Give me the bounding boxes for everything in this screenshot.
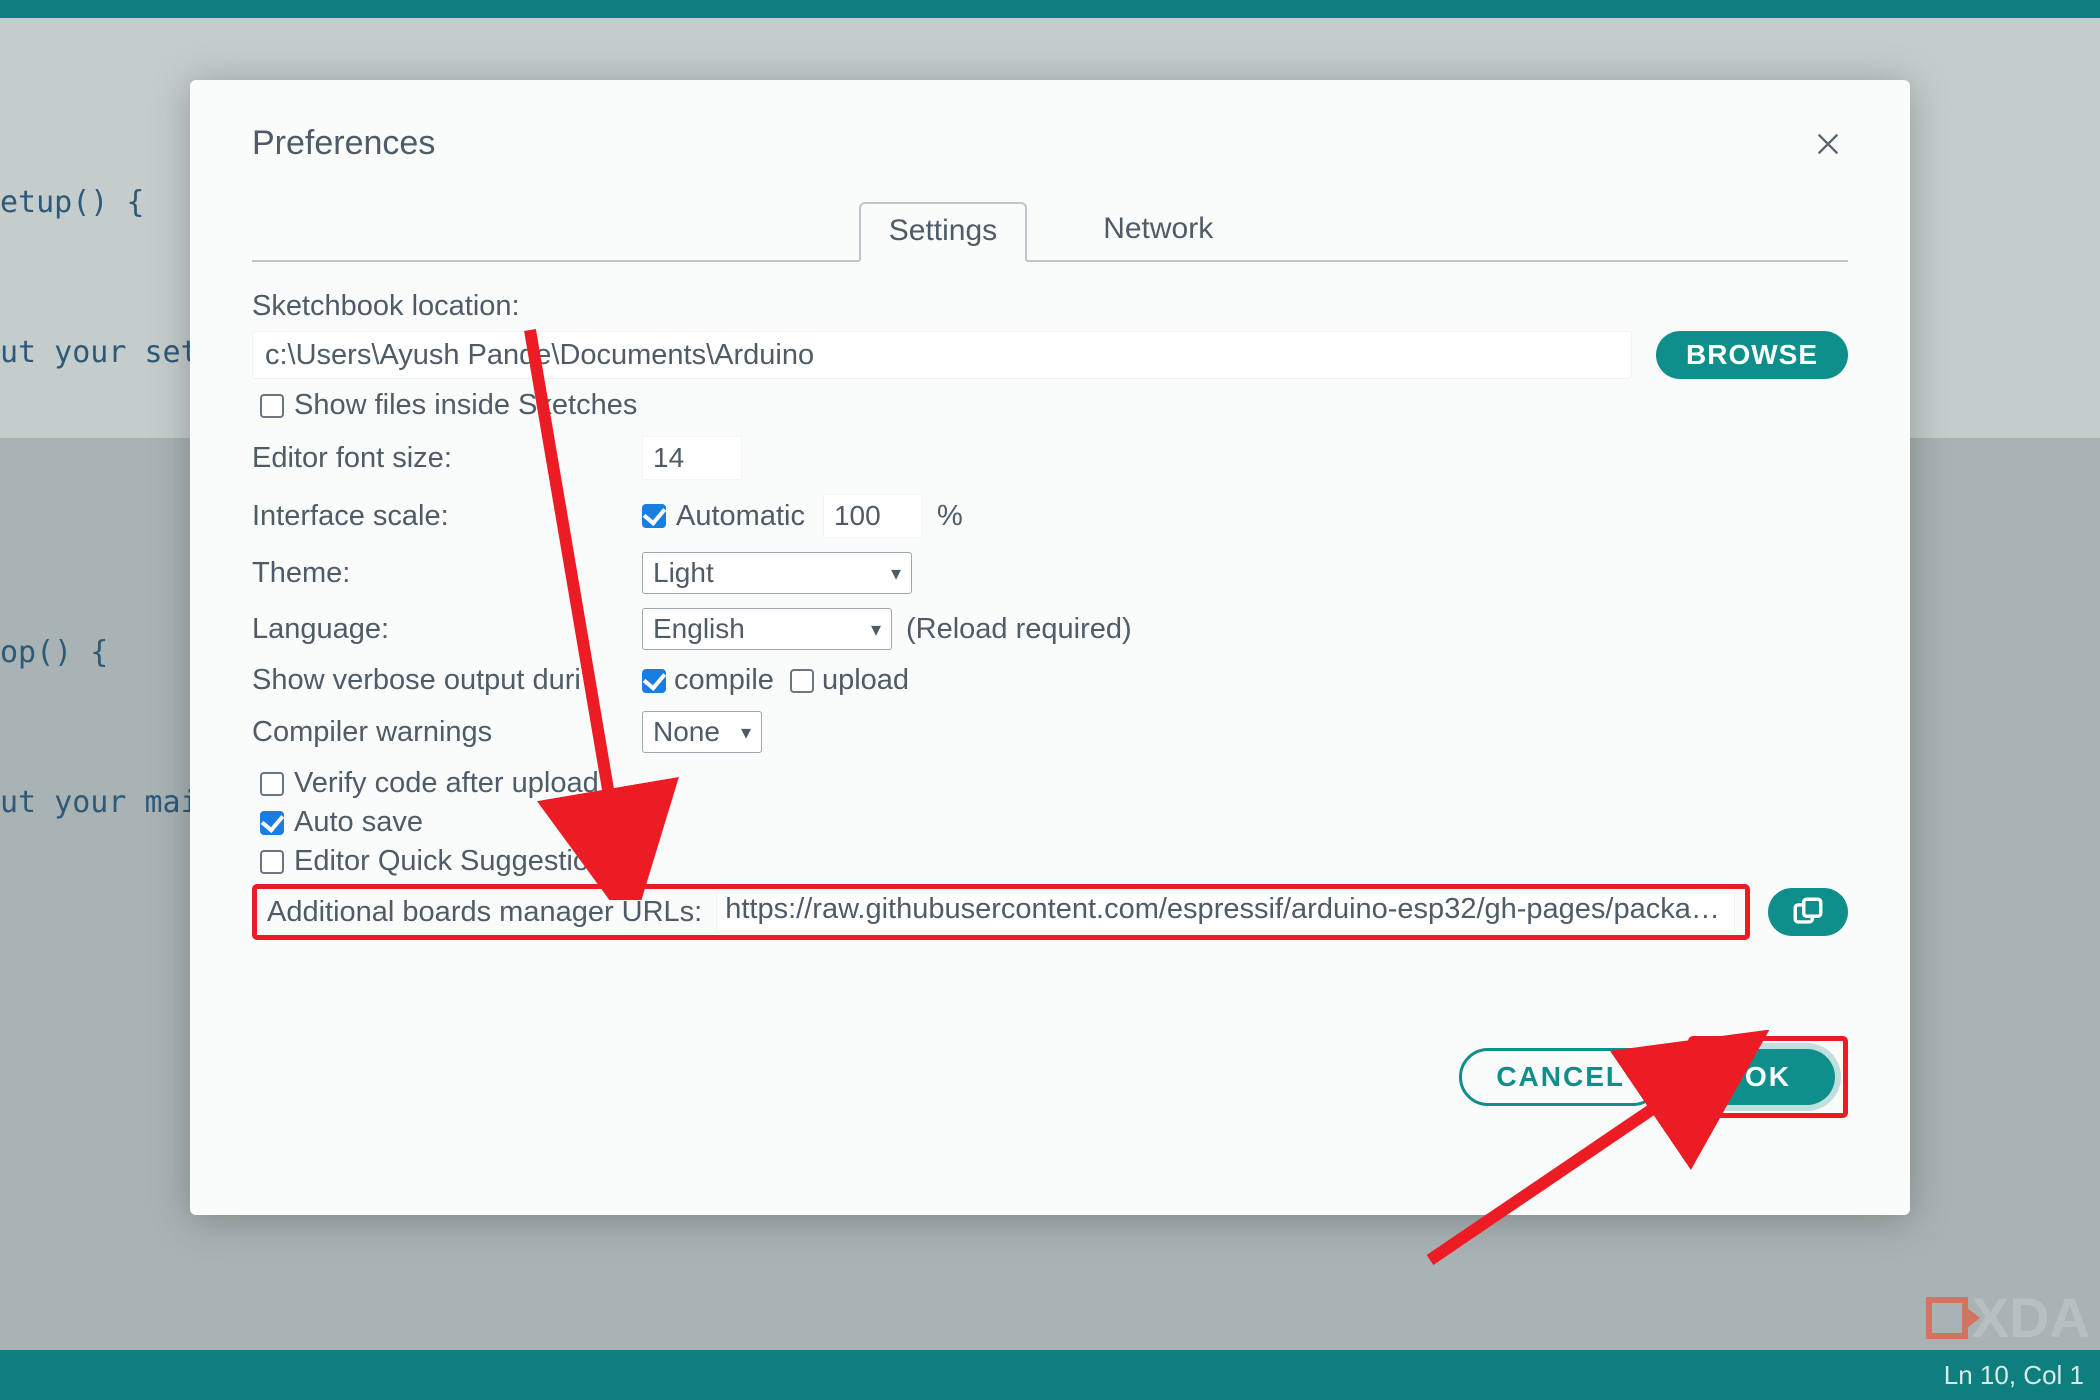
show-files-checkbox[interactable] — [260, 394, 284, 418]
verify-after-upload-checkbox[interactable] — [260, 772, 284, 796]
tab-bar: Settings Network — [252, 200, 1848, 262]
boards-manager-urls-input[interactable]: https://raw.githubusercontent.com/espres… — [716, 892, 1735, 932]
reload-required-note: (Reload required) — [906, 613, 1132, 646]
tab-network[interactable]: Network — [1075, 202, 1241, 262]
sketchbook-location-input[interactable] — [252, 331, 1632, 379]
browse-button[interactable]: BROWSE — [1656, 331, 1848, 379]
boards-manager-label: Additional boards manager URLs: — [267, 896, 702, 929]
expand-urls-button[interactable] — [1768, 888, 1848, 936]
dialog-title: Preferences — [252, 124, 435, 163]
sketchbook-label: Sketchbook location: — [252, 290, 1848, 323]
percent-label: % — [937, 500, 963, 533]
verbose-upload-label: upload — [822, 664, 909, 697]
status-bar: Ln 10, Col 1 — [0, 1350, 2100, 1400]
close-button[interactable] — [1808, 124, 1848, 164]
close-icon — [1815, 131, 1841, 157]
watermark-text: XDA — [1972, 1285, 2090, 1350]
auto-save-checkbox[interactable] — [260, 811, 284, 835]
interface-scale-input[interactable] — [823, 494, 923, 538]
cursor-position: Ln 10, Col 1 — [1944, 1360, 2084, 1391]
watermark-icon — [1926, 1297, 1968, 1339]
quick-suggestions-checkbox[interactable] — [260, 850, 284, 874]
external-window-icon — [1791, 895, 1825, 929]
chevron-down-icon: ▾ — [891, 561, 901, 586]
tab-settings[interactable]: Settings — [859, 202, 1027, 262]
annotation-highlight-boards: Additional boards manager URLs: https://… — [252, 884, 1750, 940]
watermark-logo: XDA — [1926, 1285, 2090, 1350]
auto-save-label: Auto save — [294, 806, 423, 839]
top-menu-bar — [0, 0, 2100, 18]
annotation-arrow-to-boards — [490, 320, 710, 900]
annotation-arrow-to-ok — [1380, 1030, 1780, 1290]
verbose-upload-checkbox[interactable] — [790, 669, 814, 693]
chevron-down-icon: ▾ — [741, 720, 751, 745]
chevron-down-icon: ▾ — [871, 617, 881, 642]
